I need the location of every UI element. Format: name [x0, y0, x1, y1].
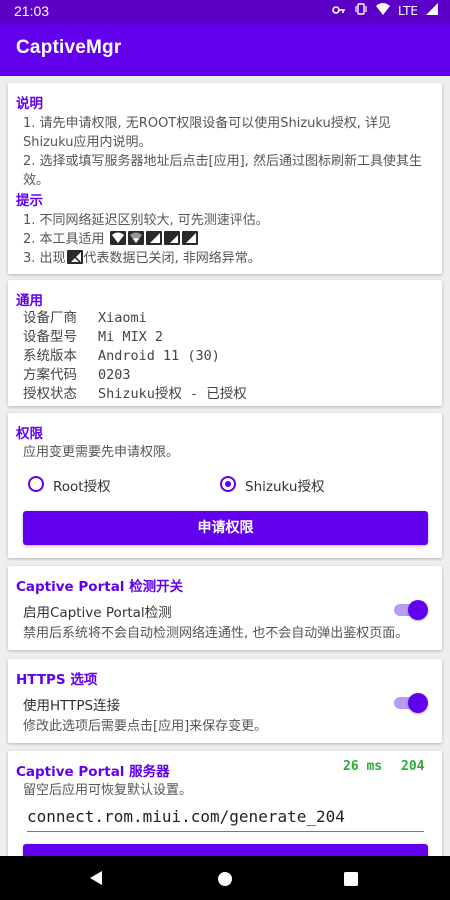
- radio-shizuku-indicator[interactable]: [220, 476, 236, 492]
- lte-signal-icon: [163, 231, 180, 245]
- info-key: 方案代码: [23, 367, 77, 383]
- radio-shizuku[interactable]: Shizuku授权: [220, 475, 380, 495]
- info-value: 0203: [98, 367, 131, 383]
- info-row: 设备厂商 Xiaomi: [23, 309, 247, 328]
- navigation-bar: [0, 856, 450, 900]
- captive-detect-label: 启用Captive Portal检测: [23, 605, 172, 621]
- captive-detect-desc: 禁用后系统将不会自动检测网络连通性, 也不会自动弹出鉴权页面。: [23, 626, 409, 641]
- lte-signal-icon: [145, 231, 162, 245]
- tips-title: 提示: [16, 193, 43, 209]
- note-line: 1. 请先申请权限, 无ROOT权限设备可以使用Shizuku授权, 详见: [23, 116, 392, 131]
- status-icons: LTE: [332, 3, 438, 18]
- https-label: 使用HTTPS连接: [23, 698, 121, 714]
- latency-readout: 26 ms: [343, 759, 383, 774]
- recents-icon[interactable]: [344, 871, 358, 890]
- switch-thumb[interactable]: [408, 693, 428, 713]
- radio-root-label[interactable]: Root授权: [53, 475, 111, 495]
- notes-title: 说明: [16, 96, 43, 112]
- request-permission-button[interactable]: 申请权限: [23, 511, 428, 545]
- info-row: 系统版本 Android 11 (30): [23, 347, 247, 366]
- permission-desc: 应用变更需要先申请权限。: [23, 445, 180, 460]
- info-key: 设备厂商: [23, 310, 77, 326]
- wifi-signal-icon: [109, 231, 126, 245]
- wifi-icon: [376, 3, 391, 18]
- info-value: Android 11 (30): [98, 348, 220, 364]
- back-icon[interactable]: [88, 870, 104, 890]
- cell-signal-icon: [181, 231, 198, 245]
- lte-icon: LTE: [398, 3, 418, 18]
- captive-detect-title: Captive Portal 检测开关: [16, 579, 184, 595]
- wifi-weak-icon: [127, 231, 144, 245]
- info-key: 系统版本: [23, 348, 77, 364]
- vibrate-icon: [354, 3, 368, 18]
- status-code: 204: [401, 759, 425, 774]
- apply-button[interactable]: [23, 844, 428, 856]
- info-row: 授权状态 Shizuku授权 - 已授权: [23, 385, 247, 404]
- captive-detect-switch[interactable]: [394, 600, 428, 620]
- https-title: HTTPS 选项: [16, 672, 98, 688]
- info-row: 设备型号 Mi MIX 2: [23, 328, 247, 347]
- battery-icon: [426, 3, 438, 18]
- tip-text: 2. 本工具适用: [23, 232, 105, 247]
- permission-title: 权限: [16, 426, 43, 442]
- server-title: Captive Portal 服务器: [16, 764, 170, 780]
- https-desc: 修改此选项后需要点击[应用]来保存变更。: [23, 719, 268, 734]
- info-key: 设备型号: [23, 329, 77, 345]
- info-key: 授权状态: [23, 386, 77, 402]
- vpn-key-icon: [332, 4, 346, 18]
- tip-text: 3. 出现: [23, 251, 66, 266]
- permission-card: 权限 应用变更需要先申请权限。 Root授权 Shizuku授权 申请权限: [8, 413, 442, 558]
- app-title: CaptiveMgr: [16, 37, 122, 58]
- radio-root[interactable]: Root授权: [28, 475, 188, 495]
- home-icon[interactable]: [218, 871, 232, 890]
- server-input[interactable]: connect.rom.miui.com/generate_204: [27, 807, 424, 832]
- data-off-icon: [66, 250, 83, 264]
- tip-line: 3. 出现 代表数据已关闭, 非网络异常。: [23, 249, 438, 268]
- tip-line: 2. 本工具适用: [23, 230, 438, 249]
- https-switch[interactable]: [394, 693, 428, 713]
- radio-shizuku-label[interactable]: Shizuku授权: [245, 475, 324, 495]
- note-line: 2. 选择或填写服务器地址后点击[应用], 然后通过图标刷新工具使其生: [23, 154, 422, 169]
- info-row: 方案代码 0203: [23, 366, 247, 385]
- radio-root-indicator[interactable]: [28, 476, 44, 492]
- info-value: Shizuku授权 - 已授权: [98, 386, 247, 402]
- switch-thumb[interactable]: [408, 600, 428, 620]
- notes-card: 说明 1. 请先申请权限, 无ROOT权限设备可以使用Shizuku授权, 详见…: [8, 83, 442, 274]
- status-bar: 21:03 LTE: [0, 0, 450, 24]
- server-card: Captive Portal 服务器 26 ms 204 留空后应用可恢复默认设…: [8, 751, 442, 856]
- tip-text: 代表数据已关闭, 非网络异常。: [83, 251, 261, 266]
- captive-detect-card: Captive Portal 检测开关 启用Captive Portal检测 禁…: [8, 566, 442, 650]
- info-value: Mi MIX 2: [98, 329, 164, 345]
- note-line: Shizuku应用内说明。: [23, 135, 152, 150]
- status-time: 21:03: [14, 3, 50, 19]
- app-bar: CaptiveMgr: [0, 24, 450, 76]
- scroll-content[interactable]: 说明 1. 请先申请权限, 无ROOT权限设备可以使用Shizuku授权, 详见…: [0, 76, 450, 856]
- server-desc: 留空后应用可恢复默认设置。: [23, 783, 193, 798]
- general-title: 通用: [16, 293, 43, 309]
- general-card: 通用 设备厂商 Xiaomi 设备型号 Mi MIX 2 系统版本 Android 1…: [8, 280, 442, 406]
- https-card: HTTPS 选项 使用HTTPS连接 修改此选项后需要点击[应用]来保存变更。: [8, 659, 442, 743]
- tip-line: 1. 不同网络延迟区别较大, 可先测速评估。: [23, 213, 269, 228]
- info-value: Xiaomi: [98, 310, 147, 326]
- note-line: 效。: [23, 173, 50, 188]
